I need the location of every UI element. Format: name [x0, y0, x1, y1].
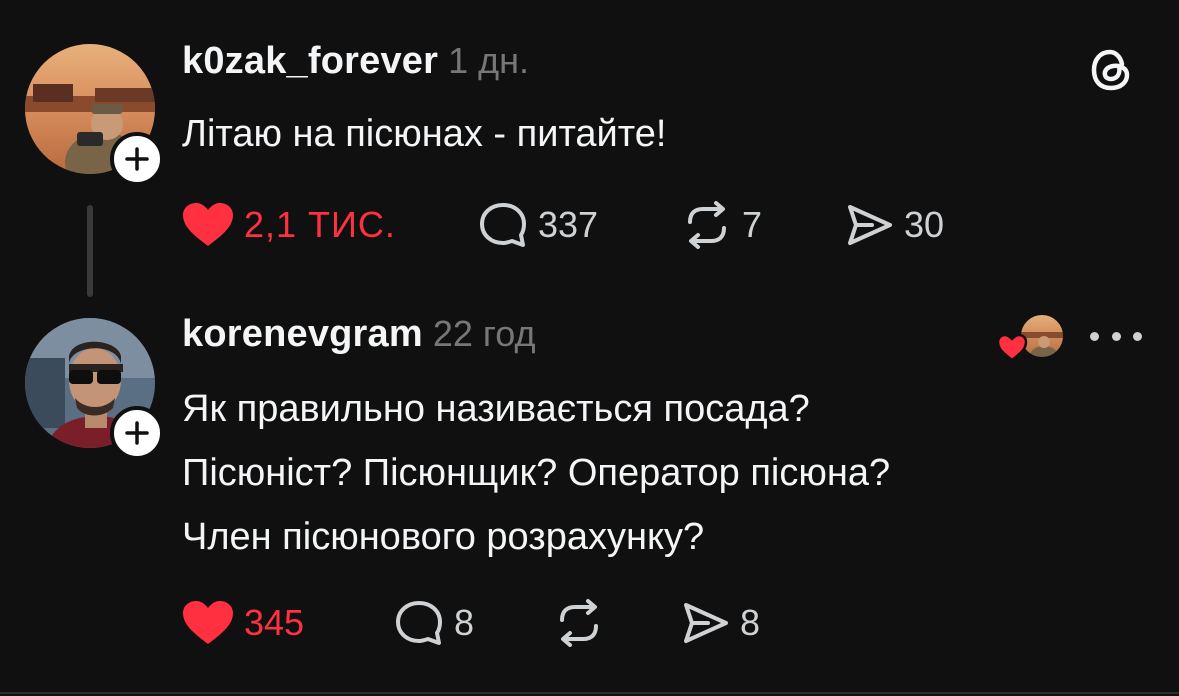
username[interactable]: k0zak_forever — [182, 40, 438, 83]
comment-icon — [396, 601, 442, 645]
comment-count: 8 — [454, 602, 475, 643]
divider — [0, 692, 1179, 694]
comment-icon — [480, 203, 526, 247]
post-text: Літаю на пісюнах - питайте! — [182, 102, 666, 166]
post-text-line: Член пісюнового розрахунку? — [182, 516, 705, 558]
threads-logo-icon[interactable] — [1086, 44, 1138, 96]
follow-plus-icon[interactable] — [110, 406, 164, 460]
timestamp: 1 дн. — [448, 40, 530, 81]
repost-icon — [560, 599, 598, 647]
share-button[interactable]: 30 — [844, 200, 944, 250]
follow-plus-icon[interactable] — [110, 132, 164, 186]
comment-button[interactable]: 337 — [476, 200, 598, 250]
post-header: k0zak_forever 1 дн. — [182, 40, 529, 90]
heart-icon — [183, 601, 233, 644]
post-header: korenevgram 22 год — [182, 313, 536, 363]
post-text: Як правильно називається посада? Пісюніс… — [182, 377, 890, 569]
post-text-line: Як правильно називається посада? — [182, 388, 810, 430]
like-count: 345 — [244, 602, 305, 643]
heart-icon — [183, 203, 233, 246]
share-count: 8 — [740, 602, 761, 643]
repost-count: 7 — [742, 204, 763, 245]
like-button[interactable]: 2,1 тис. — [180, 200, 396, 250]
repost-button[interactable] — [552, 598, 614, 648]
share-icon — [684, 603, 728, 643]
repost-button[interactable]: 7 — [680, 200, 762, 250]
liked-by-avatar-icon — [996, 313, 1065, 362]
repost-icon — [688, 201, 726, 249]
username[interactable]: korenevgram — [182, 313, 423, 356]
post-text-line: Пісюніст? Пісюнщик? Оператор пісюна? — [182, 452, 891, 494]
liked-by-author-indicator — [996, 312, 1068, 364]
share-button[interactable]: 8 — [680, 598, 760, 648]
timestamp: 22 год — [432, 313, 536, 354]
comment-button[interactable]: 8 — [392, 598, 474, 648]
comment-count: 337 — [538, 204, 599, 245]
share-icon — [848, 205, 892, 245]
more-options-icon[interactable] — [1090, 322, 1142, 350]
like-button[interactable]: 345 — [180, 598, 304, 648]
share-count: 30 — [904, 204, 945, 245]
post-text-line: Літаю на пісюнах - питайте! — [182, 113, 667, 155]
thread-line — [87, 205, 93, 297]
like-count: 2,1 тис. — [244, 204, 396, 245]
